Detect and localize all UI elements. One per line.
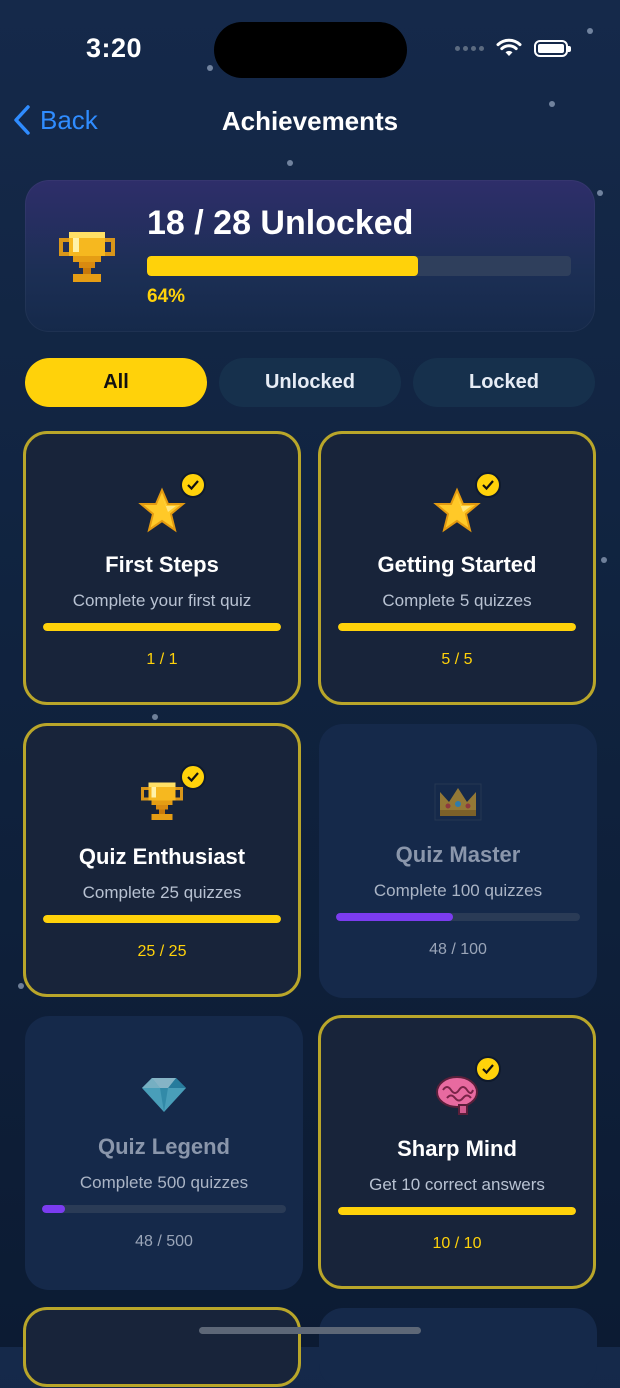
achievement-progress-fill (338, 1207, 576, 1215)
status-bar: 3:20 (0, 0, 620, 100)
achievement-title: Quiz Legend (98, 1134, 230, 1159)
tab-label: Locked (468, 371, 540, 393)
filter-tabs: All Unlocked Locked (25, 358, 595, 408)
achievement-progress-bar (336, 913, 580, 921)
achievement-description: Complete 500 quizzes (79, 1173, 249, 1192)
tab-unlocked[interactable]: Unlocked (219, 358, 401, 407)
home-indicator (199, 1327, 421, 1334)
overall-progress-fill (147, 256, 419, 276)
overall-progress-percent: 64% (147, 286, 186, 307)
checkmark-icon (475, 472, 501, 498)
achievement-progress-bar (43, 915, 281, 923)
achievement-progress-bar (338, 623, 576, 631)
achievement-description: Complete 100 quizzes (373, 881, 543, 900)
achievement-progress-text: 1 / 1 (146, 651, 178, 668)
achievement-title: Sharp Mind (397, 1136, 517, 1161)
checkmark-icon (180, 472, 206, 498)
page-title: Achievements (221, 106, 399, 136)
battery-icon (534, 39, 571, 57)
achievement-title: First Steps (105, 552, 219, 577)
achievement-progress-text: 48 / 100 (429, 941, 487, 958)
achievement-progress-text: 25 / 25 (137, 943, 187, 960)
navigation-bar: Back Achievements (0, 100, 620, 144)
achievement-progress-text: 5 / 5 (441, 651, 473, 668)
dynamic-island (214, 22, 407, 78)
achievement-progress-text: 48 / 500 (135, 1233, 193, 1250)
achievement-card-quiz-master[interactable]: Quiz Master Complete 100 quizzes 48 / 10… (319, 724, 597, 998)
achievement-progress-bar (43, 623, 281, 631)
achievement-description: Complete 25 quizzes (82, 883, 242, 902)
tab-label: Unlocked (264, 371, 356, 393)
achievement-card-quiz-enthusiast[interactable]: Quiz Enthusiast Complete 25 quizzes 25 /… (23, 723, 301, 997)
checkmark-icon (180, 764, 206, 790)
achievement-progress-fill (42, 1205, 66, 1213)
achievement-progress-fill (338, 623, 576, 631)
status-time: 3:20 (86, 33, 143, 63)
wifi-icon (496, 38, 522, 56)
brain-icon (436, 1076, 478, 1115)
achievement-description: Complete 5 quizzes (382, 591, 532, 610)
achievement-card-first-steps[interactable]: First Steps Complete your first quiz 1 /… (23, 431, 301, 705)
diamond-icon (142, 1078, 186, 1112)
achievement-title: Quiz Enthusiast (78, 844, 246, 869)
achievement-card-quiz-legend[interactable]: Quiz Legend Complete 500 quizzes 48 / 50… (25, 1016, 303, 1290)
unlock-summary-card: 18 / 28 Unlocked 64% (25, 180, 595, 332)
achievement-title: Getting Started (377, 552, 537, 577)
trophy-icon (141, 782, 183, 820)
achievement-title: Quiz Master (395, 842, 521, 867)
tab-label: All (103, 371, 129, 393)
achievement-card-partial[interactable] (23, 1307, 301, 1387)
achievement-card-getting-started[interactable]: Getting Started Complete 5 quizzes 5 / 5 (318, 431, 596, 705)
unlocked-count: 18 / 28 Unlocked (147, 204, 414, 242)
checkmark-icon (475, 1056, 501, 1082)
status-icons (455, 38, 571, 58)
achievement-description: Complete your first quiz (72, 591, 252, 610)
overall-progress-bar (147, 256, 571, 276)
tab-locked[interactable]: Locked (413, 358, 595, 407)
star-icon (138, 487, 186, 533)
achievement-progress-fill (43, 623, 281, 631)
star-icon (433, 487, 481, 533)
achievement-progress-bar (338, 1207, 576, 1215)
achievement-progress-fill (43, 915, 281, 923)
trophy-icon (59, 232, 115, 282)
achievement-progress-text: 10 / 10 (432, 1235, 482, 1252)
achievement-card-sharp-mind[interactable]: Sharp Mind Get 10 correct answers 10 / 1… (318, 1015, 596, 1289)
crown-icon (434, 783, 482, 821)
achievement-card-partial[interactable] (319, 1308, 597, 1388)
cellular-signal-icon (455, 45, 484, 51)
achievement-progress-bar (42, 1205, 286, 1213)
tab-all[interactable]: All (25, 358, 207, 407)
achievement-description: Get 10 correct answers (369, 1175, 545, 1194)
achievement-progress-fill (336, 913, 454, 921)
